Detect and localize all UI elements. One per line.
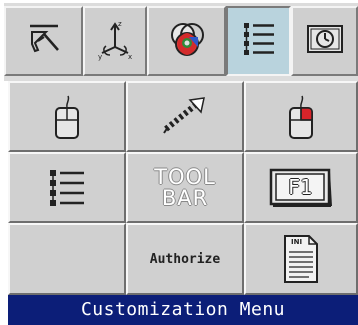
toolbar-button-menu[interactable] <box>226 6 291 76</box>
f1-key-label: F1 <box>287 174 313 199</box>
top-toolbar: z y x <box>4 3 358 81</box>
color-palette-icon <box>165 19 209 63</box>
menu-title: Customization Menu <box>80 299 286 320</box>
svg-text:z: z <box>118 20 122 28</box>
ini-file-label: INI <box>291 238 303 246</box>
mouse-right-button-icon <box>286 94 316 140</box>
pointer-cursor-icon <box>24 19 64 63</box>
tile-stretch[interactable] <box>126 81 244 152</box>
f1-key-icon: F1 <box>269 168 333 208</box>
toolbar-tile-line1: TOOL <box>154 164 216 189</box>
customization-menu-window: z y x TOOL BAR F1 Authorize INI Customiz… <box>0 0 358 325</box>
svg-text:y: y <box>98 53 102 61</box>
tile-ini-file[interactable]: INI <box>244 223 358 295</box>
tile-authorize[interactable]: Authorize <box>126 223 244 295</box>
list-menu-icon <box>47 166 87 210</box>
toolbar-button-pointer[interactable] <box>4 6 83 76</box>
ini-file-icon: INI <box>281 232 321 286</box>
menu-title-bar: Customization Menu <box>8 295 358 325</box>
toolbar-tile-line2: BAR <box>161 185 209 210</box>
tile-mouse-right-button[interactable] <box>244 81 358 152</box>
svg-text:x: x <box>128 53 132 61</box>
list-menu-icon <box>241 19 277 63</box>
tile-f1-key[interactable]: F1 <box>244 152 358 223</box>
mouse-icon <box>52 94 82 140</box>
clock-icon <box>305 21 345 61</box>
customization-grid: TOOL BAR F1 Authorize INI <box>8 81 358 295</box>
toolbar-button-clock[interactable] <box>291 6 358 76</box>
xyz-axes-icon: z y x <box>94 17 136 65</box>
tile-toolbar[interactable]: TOOL BAR <box>126 152 244 223</box>
authorize-label: Authorize <box>149 251 221 267</box>
toolbar-button-colors[interactable] <box>147 6 226 76</box>
toolbar-button-axes[interactable]: z y x <box>83 6 147 76</box>
tile-blank[interactable] <box>8 223 126 295</box>
tile-menu-list[interactable] <box>8 152 126 223</box>
stretch-arrow-icon <box>160 95 210 139</box>
tile-mouse-settings[interactable] <box>8 81 126 152</box>
